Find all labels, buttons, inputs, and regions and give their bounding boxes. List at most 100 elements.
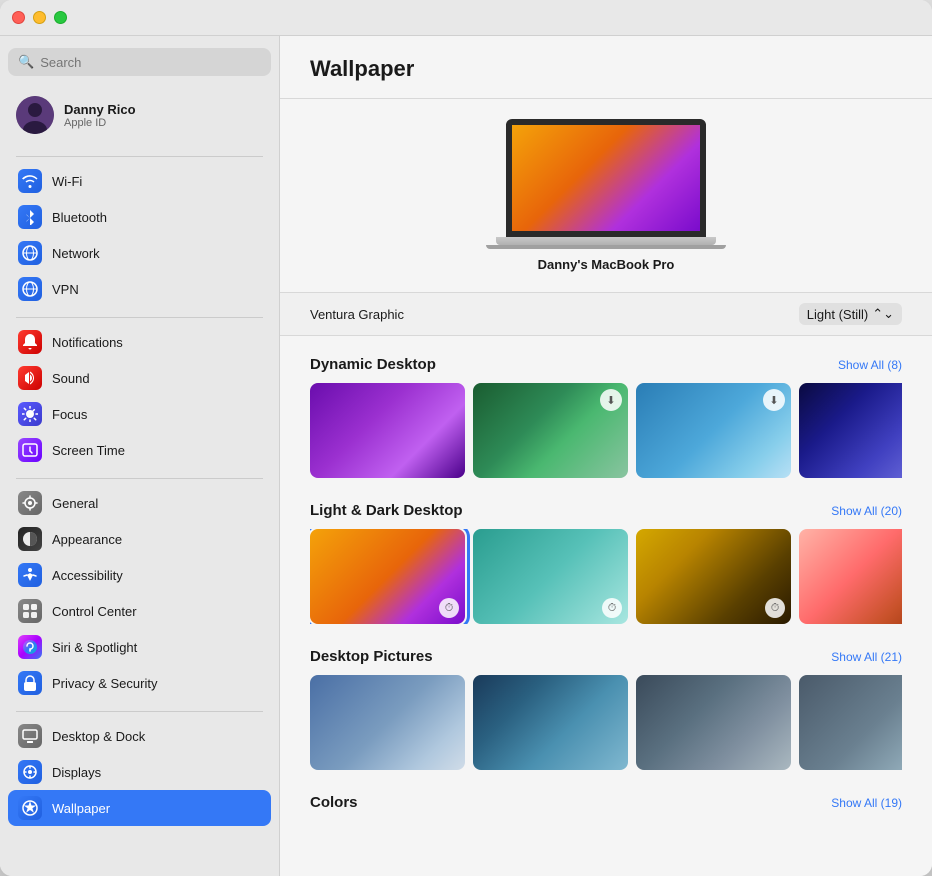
section-desktop-pictures-header: Desktop Pictures Show All (21) [310, 648, 902, 665]
wallpaper-thumb[interactable]: ⏱ [473, 529, 628, 624]
wallpaper-icon [18, 796, 42, 820]
user-profile[interactable]: Danny Rico Apple ID [8, 90, 271, 140]
wallpaper-thumb[interactable]: ⏱ [799, 529, 902, 624]
wallpaper-thumb[interactable]: ⬇ [799, 675, 902, 770]
wallpaper-scroll-area[interactable]: Dynamic Desktop Show All (8) ⬇ [280, 336, 932, 876]
page-title: Wallpaper [310, 56, 902, 82]
controlcenter-icon [18, 599, 42, 623]
section-title: Desktop Pictures [310, 648, 433, 665]
privacy-icon [18, 671, 42, 695]
maximize-button[interactable] [54, 11, 67, 24]
section-title: Light & Dark Desktop [310, 502, 463, 519]
dynamic-mode-icon: ⏱ [602, 598, 622, 618]
section-light-dark-header: Light & Dark Desktop Show All (20) [310, 502, 902, 519]
sidebar-section-display: Desktop & Dock Displays [8, 718, 271, 826]
minimize-button[interactable] [33, 11, 46, 24]
show-all-light-dark[interactable]: Show All (20) [831, 504, 902, 518]
sidebar-divider-3 [16, 478, 263, 479]
sidebar-item-label: Wallpaper [52, 801, 110, 816]
sidebar-item-displays[interactable]: Displays [8, 754, 271, 790]
wallpaper-thumb[interactable]: ⏱ [636, 529, 791, 624]
section-light-dark-desktop: Light & Dark Desktop Show All (20) ⏱ ⏱ [310, 502, 902, 624]
sidebar-item-sound[interactable]: Sound [8, 360, 271, 396]
sidebar-item-accessibility[interactable]: Accessibility [8, 557, 271, 593]
sidebar-item-focus[interactable]: Focus [8, 396, 271, 432]
dynamic-desktop-grid: ⬇ ⬇ ⬇ [310, 383, 902, 478]
section-dynamic-desktop: Dynamic Desktop Show All (8) ⬇ [310, 356, 902, 478]
search-bar[interactable]: 🔍 [8, 48, 271, 76]
sidebar-item-privacy[interactable]: Privacy & Security [8, 665, 271, 701]
wallpaper-thumb-selected[interactable]: ⏱ [310, 529, 465, 624]
general-icon [18, 491, 42, 515]
sidebar-item-label: General [52, 496, 98, 511]
download-icon: ⬇ [763, 389, 785, 411]
main-content: Wallpaper Danny's MacBook Pro Ventura Gr… [280, 36, 932, 876]
macbook-screen [506, 119, 706, 237]
wallpaper-name: Ventura Graphic [310, 307, 404, 322]
sidebar-item-label: Privacy & Security [52, 676, 157, 691]
content-area: 🔍 Danny Rico Apple ID [0, 36, 932, 876]
desktop-pictures-grid: ⬇ [310, 675, 902, 770]
sidebar-item-general[interactable]: General [8, 485, 271, 521]
siri-icon [18, 635, 42, 659]
sidebar-item-label: Notifications [52, 335, 123, 350]
traffic-lights [12, 11, 67, 24]
wallpaper-thumb[interactable] [310, 383, 465, 478]
wallpaper-style-picker[interactable]: Light (Still) ⌃⌄ [799, 303, 902, 325]
system-preferences-window: 🔍 Danny Rico Apple ID [0, 0, 932, 876]
sidebar-item-network[interactable]: Network [8, 235, 271, 271]
sidebar-item-notifications[interactable]: Notifications [8, 324, 271, 360]
macbook-base [496, 237, 716, 245]
search-input[interactable] [40, 55, 261, 70]
sidebar-item-siri[interactable]: Siri & Spotlight [8, 629, 271, 665]
wallpaper-thumb[interactable]: ⬇ [799, 383, 902, 478]
show-all-desktop-pictures[interactable]: Show All (21) [831, 650, 902, 664]
avatar [16, 96, 54, 134]
bluetooth-icon [18, 205, 42, 229]
sidebar-divider-1 [16, 156, 263, 157]
wallpaper-style-label: Light (Still) [807, 307, 868, 322]
sidebar-item-label: Siri & Spotlight [52, 640, 137, 655]
show-all-dynamic[interactable]: Show All (8) [838, 358, 902, 372]
vpn-icon [18, 277, 42, 301]
sidebar-item-wifi[interactable]: Wi-Fi [8, 163, 271, 199]
macbook-screen-wallpaper [512, 125, 700, 231]
sidebar-item-label: Sound [52, 371, 90, 386]
wallpaper-thumb[interactable] [310, 675, 465, 770]
sidebar-item-label: VPN [52, 282, 79, 297]
sidebar-item-label: Appearance [52, 532, 122, 547]
dynamic-mode-icon: ⏱ [439, 598, 459, 618]
sidebar-divider-2 [16, 317, 263, 318]
download-icon: ⬇ [600, 389, 622, 411]
sidebar-item-label: Bluetooth [52, 210, 107, 225]
sidebar-item-wallpaper[interactable]: Wallpaper [8, 790, 271, 826]
close-button[interactable] [12, 11, 25, 24]
wallpaper-thumb[interactable]: ⬇ [636, 383, 791, 478]
wallpaper-thumb[interactable] [473, 675, 628, 770]
sidebar-item-desktop[interactable]: Desktop & Dock [8, 718, 271, 754]
sound-icon [18, 366, 42, 390]
main-header: Wallpaper [280, 36, 932, 99]
wallpaper-thumb[interactable] [636, 675, 791, 770]
titlebar [0, 0, 932, 36]
section-title: Dynamic Desktop [310, 356, 436, 373]
sidebar-item-controlcenter[interactable]: Control Center [8, 593, 271, 629]
macbook-preview [506, 119, 706, 249]
show-all-colors[interactable]: Show All (19) [831, 796, 902, 810]
sidebar-item-screentime[interactable]: Screen Time [8, 432, 271, 468]
accessibility-icon [18, 563, 42, 587]
sidebar-item-appearance[interactable]: Appearance [8, 521, 271, 557]
sidebar-item-bluetooth[interactable]: Bluetooth [8, 199, 271, 235]
sidebar-section-system: Notifications Sound [8, 324, 271, 468]
section-dynamic-desktop-header: Dynamic Desktop Show All (8) [310, 356, 902, 373]
search-icon: 🔍 [18, 54, 34, 70]
sidebar-item-label: Accessibility [52, 568, 123, 583]
wallpaper-thumb[interactable]: ⬇ [473, 383, 628, 478]
sidebar-item-vpn[interactable]: VPN [8, 271, 271, 307]
chevron-updown-icon: ⌃⌄ [872, 306, 894, 322]
network-icon [18, 241, 42, 265]
sidebar-item-label: Control Center [52, 604, 137, 619]
wallpaper-selector: Ventura Graphic Light (Still) ⌃⌄ [280, 293, 932, 336]
sidebar-divider-4 [16, 711, 263, 712]
sidebar-item-label: Displays [52, 765, 101, 780]
